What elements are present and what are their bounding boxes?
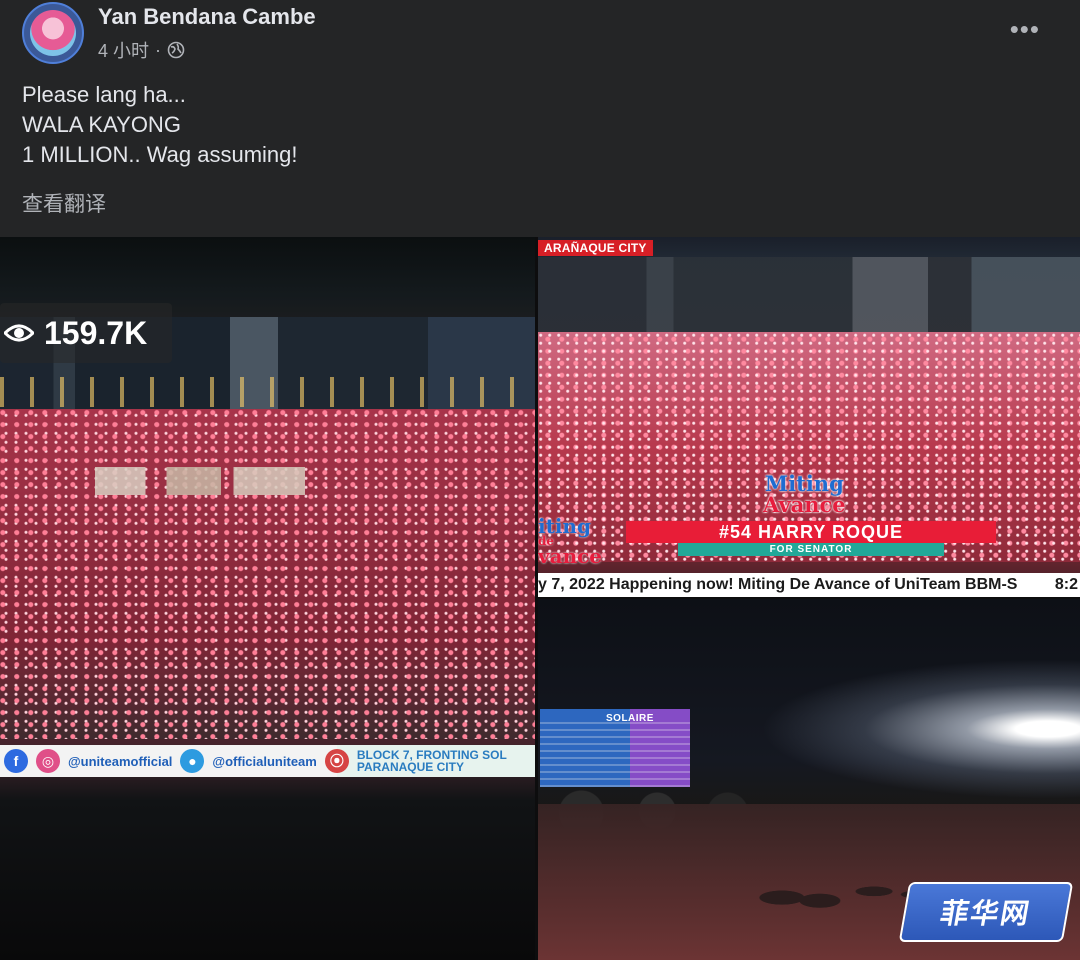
more-horizontal-icon[interactable]: ••• xyxy=(1010,14,1040,45)
see-translation-link[interactable]: 查看翻译 xyxy=(22,188,106,218)
miting-logo-partial: iting de vance xyxy=(538,514,603,568)
post-text: Please lang ha... WALA KAYONG 1 MILLION.… xyxy=(22,80,298,170)
post-meta: 4 小时 · xyxy=(98,37,185,63)
instagram-icon: ◎ xyxy=(36,749,60,773)
facebook-icon: f xyxy=(4,749,28,773)
crowd xyxy=(0,409,535,739)
location-pin-icon: ⦿ xyxy=(324,749,349,773)
news-ticker: y 7, 2022 Happening now! Miting De Avanc… xyxy=(538,573,1080,597)
miting-logo-partial-line3: vance xyxy=(538,544,603,568)
social-banner: f ◎ @uniteamofficial ● @officialuniteam … xyxy=(0,745,535,777)
photo-rally-aerial-left[interactable]: 159.7K f ◎ @uniteamofficial ● @officialu… xyxy=(0,237,535,960)
for-senator-banner: FOR SENATOR xyxy=(678,543,944,556)
post-text-line: 1 MILLION.. Wag assuming! xyxy=(22,142,298,167)
miting-logo-partial-line1: iting xyxy=(538,514,591,538)
ticker-time: 8:2 xyxy=(1048,573,1080,597)
post-text-line: WALA KAYONG xyxy=(22,112,181,137)
event-location-line2: PARANAQUE CITY xyxy=(356,760,464,774)
city-tag: ARAÑAQUE CITY xyxy=(538,240,653,256)
eye-icon xyxy=(4,324,34,342)
globe-icon xyxy=(167,41,185,59)
social-handle-1: @uniteamofficial xyxy=(68,753,173,769)
post-time[interactable]: 4 小时 xyxy=(98,37,149,63)
meta-separator: · xyxy=(155,39,162,60)
post-text-line: Please lang ha... xyxy=(22,82,186,107)
view-count-overlay: 159.7K xyxy=(0,303,172,363)
miting-logo-line2: Avance xyxy=(763,492,846,517)
twitter-icon: ● xyxy=(180,749,205,773)
hotel-windows xyxy=(540,717,690,787)
photo-rally-broadcast[interactable]: ARAÑAQUE CITY iting de vance Miting Avan… xyxy=(538,237,1080,597)
city-skyline xyxy=(538,257,1080,337)
view-count: 159.7K xyxy=(44,314,148,351)
site-watermark: 菲华网 xyxy=(898,882,1074,942)
post-header: Yan Bendana Cambe 4 小时 · ••• xyxy=(0,0,1080,70)
photo-gallery: 159.7K f ◎ @uniteamofficial ● @officialu… xyxy=(0,237,1080,960)
miting-de-avance-logo: Miting Avance xyxy=(763,473,846,515)
tents xyxy=(95,467,305,495)
light-flare xyxy=(760,659,1080,799)
candidate-banner: #54 HARRY ROQUE xyxy=(626,521,996,543)
social-handle-2: @officialuniteam xyxy=(212,753,317,769)
street-lights xyxy=(0,377,535,407)
avatar[interactable] xyxy=(22,2,84,64)
miting-logo-line1: Miting xyxy=(764,471,844,496)
ticker-text: y 7, 2022 Happening now! Miting De Avanc… xyxy=(538,576,1018,593)
author-name[interactable]: Yan Bendana Cambe xyxy=(98,4,316,30)
avatar-image xyxy=(30,10,76,56)
event-location: BLOCK 7, FRONTING SOL PARANAQUE CITY xyxy=(357,749,507,773)
hotel-sign: SOLAIRE xyxy=(606,713,654,724)
